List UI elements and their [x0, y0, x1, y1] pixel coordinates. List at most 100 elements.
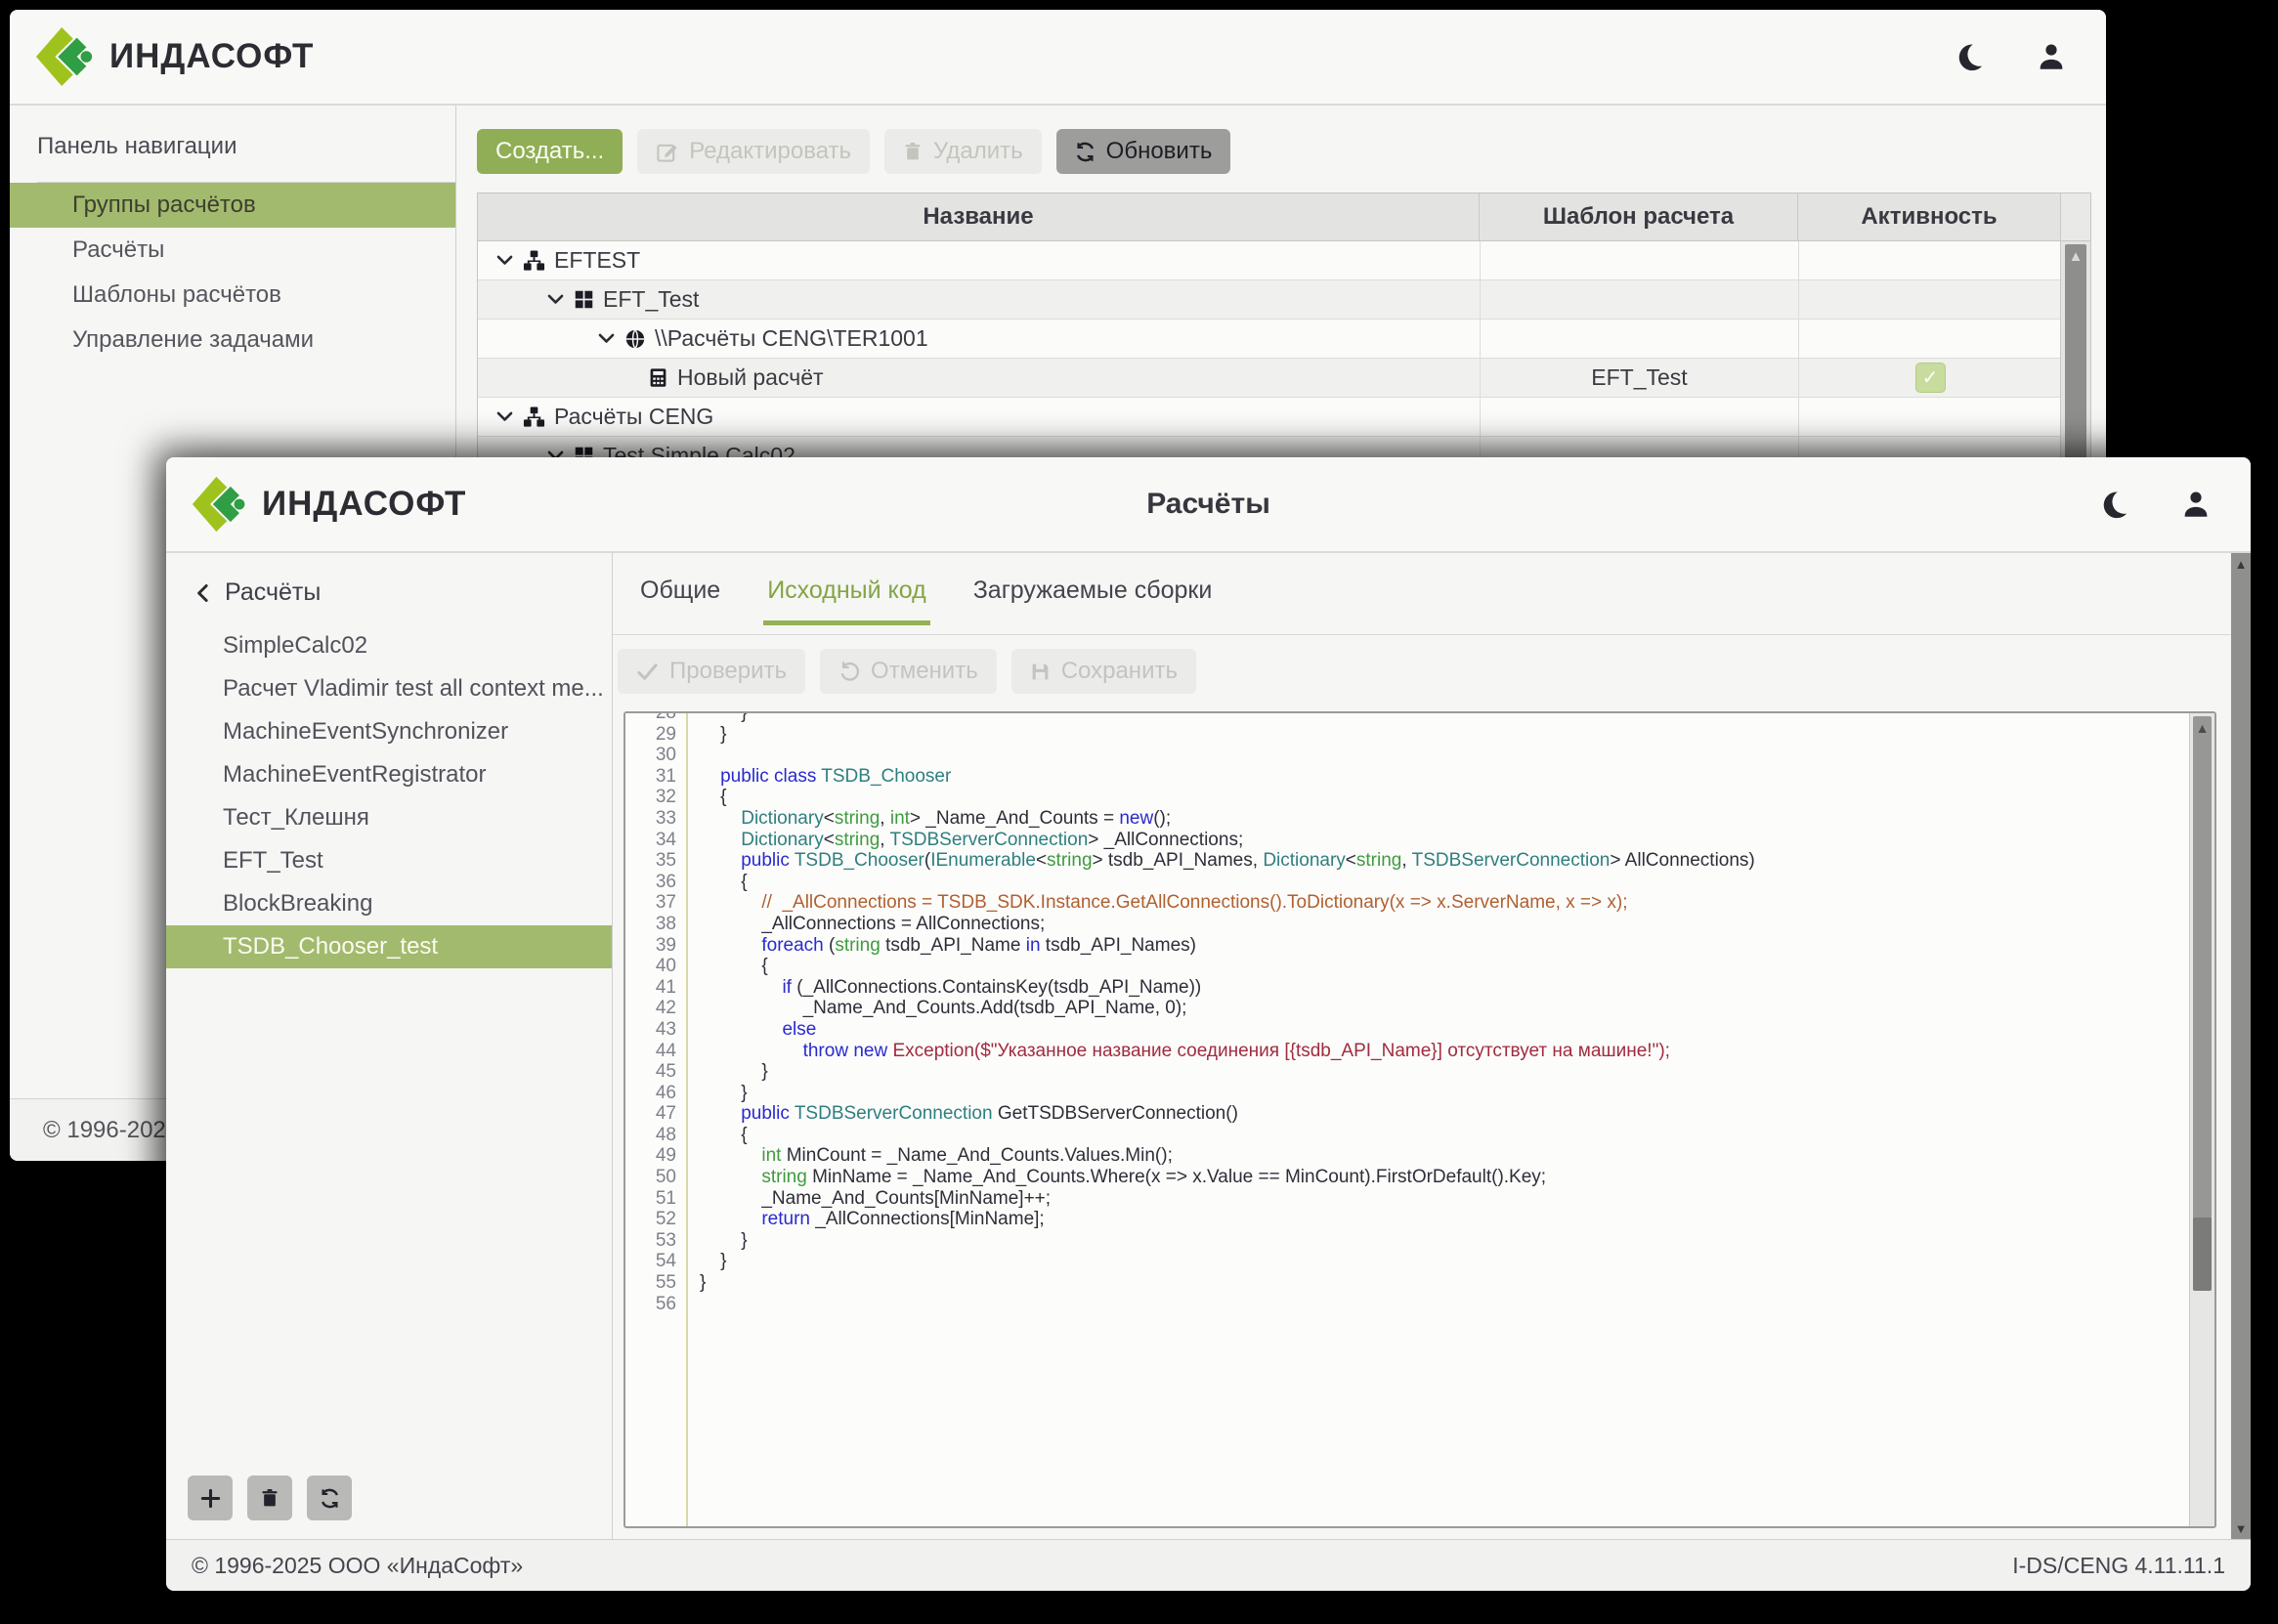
code-token: MinCount = _Name_And_Counts.Values.Min()…: [781, 1145, 1172, 1166]
cancel-button: Отменить: [820, 649, 997, 694]
trash-icon: [260, 1487, 279, 1509]
table-row[interactable]: Расчёты CENG: [478, 398, 2061, 437]
editor-scrollbar-thumb-end[interactable]: [2193, 1218, 2212, 1291]
scroll-up-icon[interactable]: ▲: [2231, 557, 2251, 572]
calc-list-item[interactable]: TSDB_Chooser_test: [166, 925, 612, 968]
refresh-button[interactable]: [307, 1475, 352, 1520]
scrollbar-spacer: [2060, 193, 2090, 240]
calc-list-item[interactable]: MachineEventSynchronizer: [166, 710, 612, 753]
save-button: Сохранить: [1011, 649, 1196, 694]
line-number: 47: [625, 1103, 688, 1125]
calc-list-item[interactable]: EFT_Test: [166, 839, 612, 882]
code-token: new: [1119, 808, 1153, 829]
front-window: ИНДАСОФТ Расчёты Расчёты SimpleCalc02Рас…: [166, 457, 2251, 1591]
screen: ИНДАСОФТ Панель навигации Группы расчёто…: [0, 0, 2278, 1624]
add-button[interactable]: [188, 1475, 233, 1520]
code-line: 46 }: [625, 1083, 2188, 1104]
line-number: 46: [625, 1083, 688, 1104]
sidebar-item[interactable]: Шаблоны расчётов: [10, 273, 455, 318]
code-text: public class TSDB_Chooser: [688, 766, 951, 788]
editor-scrollbar-thumb[interactable]: ▲: [2193, 716, 2212, 1220]
code-line: 55}: [625, 1272, 2188, 1294]
row-template-cell: EFT_Test: [1480, 359, 1798, 397]
moon-icon[interactable]: [1954, 41, 1985, 72]
code-line: 51 _Name_And_Counts[MinName]++;: [625, 1188, 2188, 1210]
detail-tabs: Общие Исходный код Загружаемые сборки: [636, 577, 1216, 625]
code-text: _Name_And_Counts[MinName]++;: [688, 1188, 1051, 1210]
calc-list-item[interactable]: Расчет Vladimir test all context me...: [166, 667, 612, 710]
calculator-icon: [648, 367, 668, 388]
code-text: }: [688, 1083, 748, 1104]
active-checkbox[interactable]: ✓: [1915, 363, 1946, 393]
back-link-label: Расчёты: [225, 578, 321, 607]
column-header: Шаблон расчета: [1479, 193, 1797, 240]
sidebar-item[interactable]: Управление задачами: [10, 318, 455, 363]
code-line: 28 }: [625, 711, 2188, 724]
code-token: in: [1026, 935, 1041, 956]
code-text: [688, 745, 700, 766]
source-code-editor[interactable]: 28 }29 }3031 public class TSDB_Chooser32…: [623, 711, 2216, 1528]
code-token: <: [1036, 850, 1047, 871]
row-name: EFT_Test: [603, 286, 699, 313]
version-text: I-DS/CENG 4.11.11.1: [2012, 1553, 2225, 1579]
line-number: 55: [625, 1272, 688, 1294]
back-link[interactable]: Расчёты: [193, 578, 612, 607]
line-number: 49: [625, 1145, 688, 1167]
scroll-down-icon[interactable]: ▼: [2231, 1521, 2251, 1536]
tabs-divider: [613, 634, 2231, 635]
user-icon[interactable]: [2036, 41, 2067, 72]
hierarchy-icon: [523, 249, 545, 272]
code-token: _AllConnections = AllConnections;: [700, 914, 1045, 934]
calc-list-item[interactable]: BlockBreaking: [166, 882, 612, 925]
table-row[interactable]: EFT_Test: [478, 280, 2061, 320]
code-line: 45 }: [625, 1061, 2188, 1083]
column-header: Название: [478, 193, 1479, 240]
code-token: > _Name_And_Counts =: [910, 808, 1119, 829]
calc-list-item[interactable]: Тест_Клешня: [166, 796, 612, 839]
table-row[interactable]: \\Расчёты CENG\TER1001: [478, 320, 2061, 359]
brand-text: ИНДАСОФТ: [109, 37, 314, 76]
code-token: {: [700, 1125, 748, 1145]
line-number: 48: [625, 1125, 688, 1146]
table-row[interactable]: Новый расчётEFT_Test ✓: [478, 359, 2061, 398]
editor-scrollbar[interactable]: ▲: [2189, 713, 2214, 1526]
cancel-button-label: Отменить: [871, 658, 978, 685]
front-window-footer: © 1996-2025 ООО «ИндаСофт» I-DS/CENG 4.1…: [166, 1539, 2251, 1591]
scroll-up-icon[interactable]: ▲: [2196, 716, 2210, 1220]
table-header-row: НазваниеШаблон расчетаАктивность: [478, 193, 2090, 241]
calc-list-item[interactable]: MachineEventRegistrator: [166, 753, 612, 796]
user-icon[interactable]: [2180, 489, 2212, 520]
moon-icon[interactable]: [2098, 489, 2129, 520]
line-number: 53: [625, 1230, 688, 1252]
code-token: }: [700, 1061, 768, 1082]
code-token: foreach: [700, 935, 829, 956]
code-text: }: [688, 1061, 768, 1083]
code-text: // _AllConnections = TSDB_SDK.Instance.G…: [688, 892, 1628, 914]
page-scrollbar[interactable]: ▲ ▼: [2231, 553, 2251, 1540]
line-number: 35: [625, 850, 688, 872]
save-button-label: Сохранить: [1061, 658, 1178, 685]
calc-list-item[interactable]: SimpleCalc02: [166, 624, 612, 667]
code-text: public TSDB_Chooser(IEnumerable<string> …: [688, 850, 1755, 872]
sidebar-item[interactable]: Группы расчётов: [10, 183, 455, 228]
code-text: _Name_And_Counts.Add(tsdb_API_Name, 0);: [688, 998, 1186, 1019]
check-icon: [636, 661, 659, 683]
sidebar-item[interactable]: Расчёты: [10, 228, 455, 273]
refresh-button[interactable]: Обновить: [1056, 129, 1231, 174]
row-name: EFTEST: [554, 247, 640, 274]
tab-source-code[interactable]: Исходный код: [763, 577, 929, 625]
line-number: 33: [625, 808, 688, 830]
tab-assemblies[interactable]: Загружаемые сборки: [969, 577, 1217, 625]
line-number: 43: [625, 1019, 688, 1041]
delete-button[interactable]: [247, 1475, 292, 1520]
column-header: Активность: [1797, 193, 2060, 240]
line-number: 32: [625, 787, 688, 808]
table-row[interactable]: EFTEST: [478, 241, 2061, 280]
code-line: 32 {: [625, 787, 2188, 808]
create-button[interactable]: Создать...: [477, 129, 623, 174]
code-line: 54 }: [625, 1251, 2188, 1272]
row-name-cell: Новый расчёт: [478, 359, 1480, 397]
code-line: 39 foreach (string tsdb_API_Name in tsdb…: [625, 935, 2188, 957]
tab-general[interactable]: Общие: [636, 577, 724, 625]
code-token: string: [1047, 850, 1092, 871]
